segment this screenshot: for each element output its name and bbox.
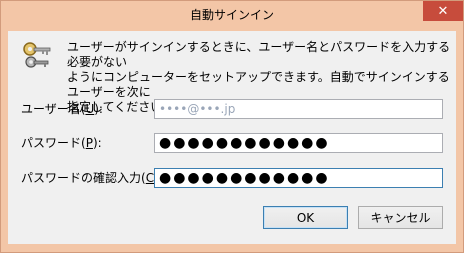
password-field[interactable]: ●●●●●●●●●●●● [154, 133, 443, 153]
confirm-password-field[interactable]: ●●●●●●●●●●●● [154, 168, 443, 188]
cancel-button[interactable]: キャンセル [358, 206, 443, 229]
username-label: ユーザー名(U): [21, 102, 103, 116]
window-title: 自動サインイン [189, 8, 274, 22]
auto-signin-dialog: 自動サインイン ✕ ユーザーがサインインするときに、ユーザー名とパスワードを入力… [0, 0, 464, 253]
close-button[interactable]: ✕ [423, 1, 463, 21]
password-label: パスワード(P): [21, 136, 102, 150]
dialog-body: ユーザーがサインインするときに、ユーザー名とパスワードを入力する必要がない よう… [8, 31, 456, 244]
confirm-password-label: パスワードの確認入力(C): [21, 171, 163, 185]
close-icon: ✕ [437, 3, 449, 19]
title-bar: 自動サインイン ✕ [1, 1, 463, 31]
keys-icon [23, 42, 51, 68]
description-line: ようにコンピューターをセットアップできます。自動でサインインするユーザーを次に [67, 70, 450, 99]
confirm-password-dots: ●●●●●●●●●●●● [159, 170, 330, 186]
password-dots: ●●●●●●●●●●●● [159, 135, 330, 151]
username-field[interactable]: ••••@•••.jp [154, 99, 443, 119]
description-line: ユーザーがサインインするときに、ユーザー名とパスワードを入力する必要がない [67, 40, 451, 69]
ok-button[interactable]: OK [263, 206, 348, 229]
